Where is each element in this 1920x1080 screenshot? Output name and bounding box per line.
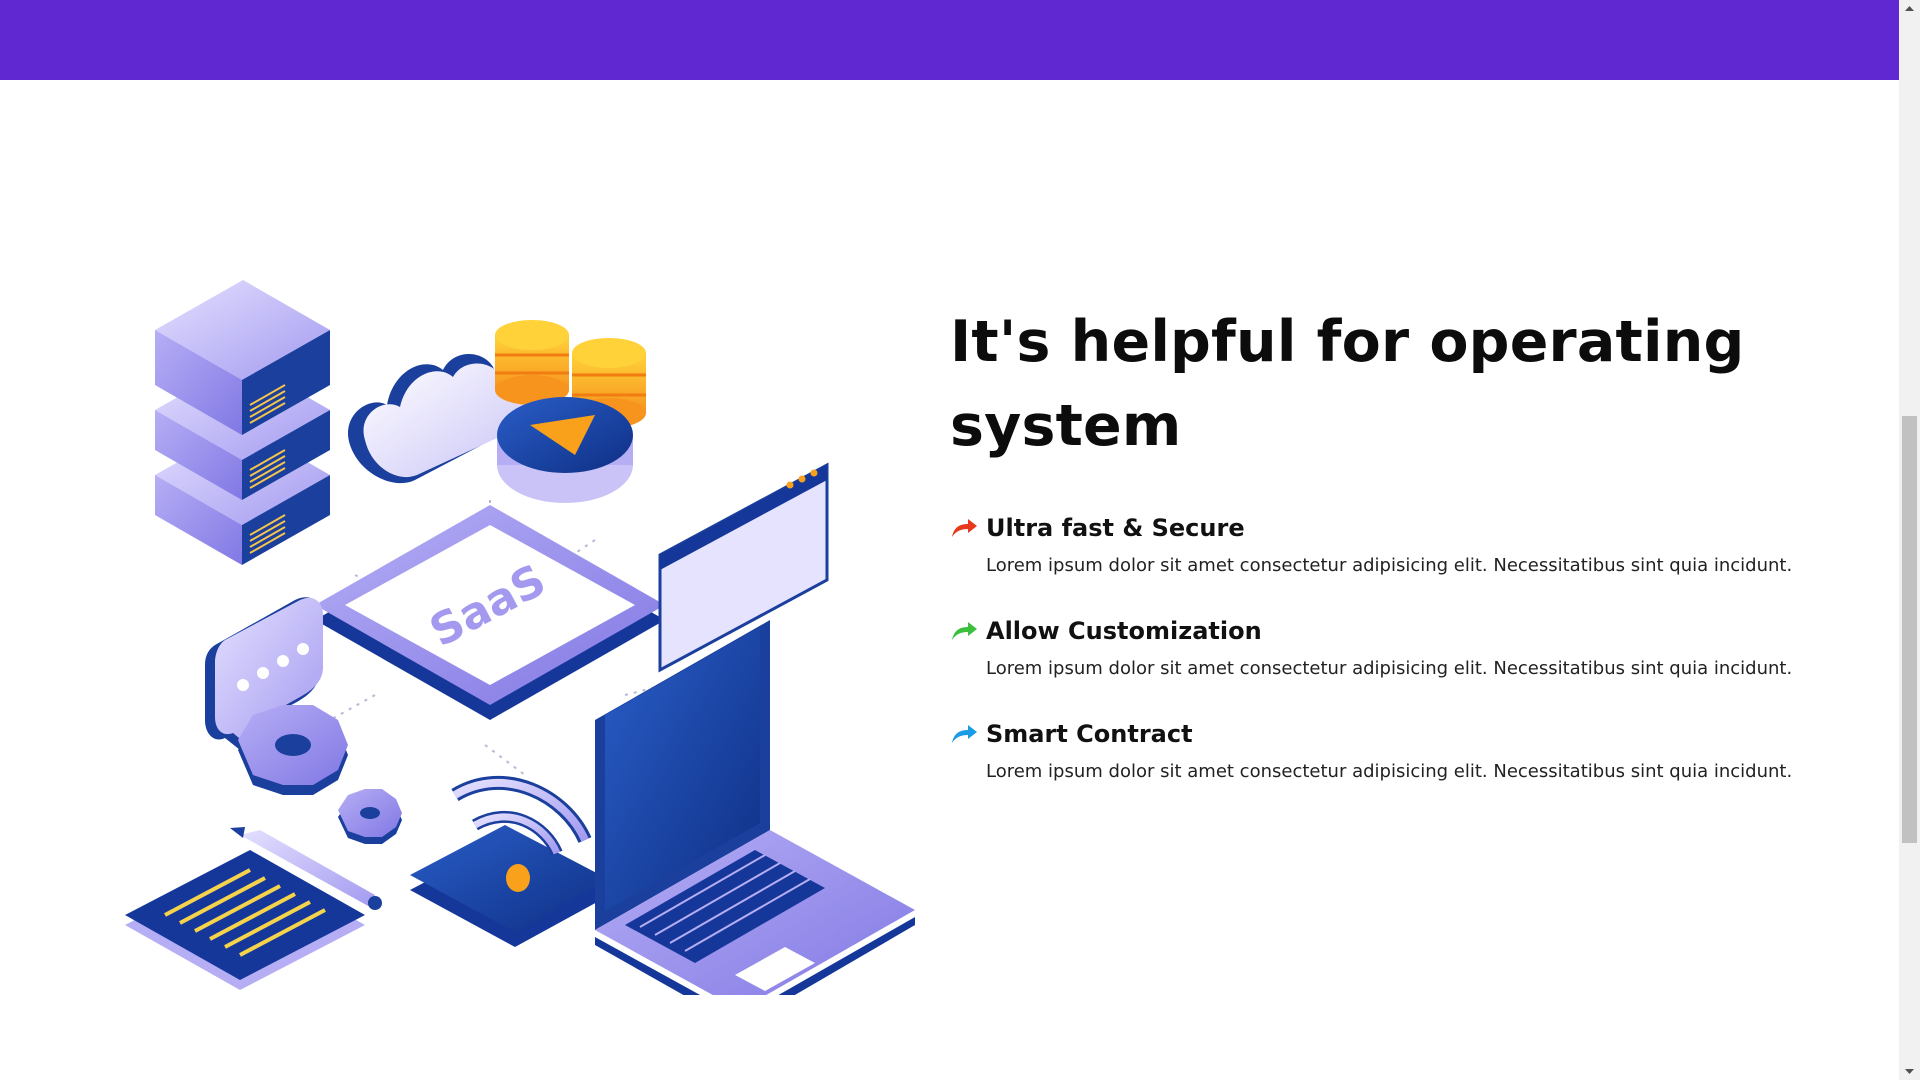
curved-arrow-icon xyxy=(952,725,977,743)
feature-title: Allow Customization xyxy=(986,617,1262,645)
saas-illustration: SaaS xyxy=(125,280,915,995)
saas-platform-icon: SaaS xyxy=(315,505,665,720)
curved-arrow-icon xyxy=(952,622,977,640)
feature-list: Ultra fast & Secure Lorem ipsum dolor si… xyxy=(950,513,1810,785)
feature-section: It's helpful for operating system Ultra … xyxy=(950,300,1810,822)
feature-description: Lorem ipsum dolor sit amet consectetur a… xyxy=(986,761,1793,782)
section-headline: It's helpful for operating system xyxy=(950,309,1745,459)
laptop-icon xyxy=(595,620,915,995)
feature-title: Smart Contract xyxy=(986,720,1193,748)
gear-icon xyxy=(238,705,402,844)
feature-title: Ultra fast & Secure xyxy=(986,514,1245,542)
feature-description: Lorem ipsum dolor sit amet consectetur a… xyxy=(986,658,1793,679)
scroll-down-arrow-icon[interactable] xyxy=(1899,1063,1920,1080)
vertical-scrollbar[interactable] xyxy=(1899,0,1920,1080)
feature-item-smart-contract: Smart Contract Lorem ipsum dolor sit ame… xyxy=(950,719,1810,785)
feature-description: Lorem ipsum dolor sit amet consectetur a… xyxy=(986,555,1793,576)
feature-item-ultra-fast: Ultra fast & Secure Lorem ipsum dolor si… xyxy=(950,513,1810,579)
server-stack-icon xyxy=(155,280,330,565)
top-header-bar xyxy=(0,0,1899,80)
scroll-up-arrow-icon[interactable] xyxy=(1899,0,1920,17)
phone-wifi-icon xyxy=(410,775,610,947)
feature-item-customization: Allow Customization Lorem ipsum dolor si… xyxy=(950,616,1810,682)
scrollbar-thumb[interactable] xyxy=(1902,416,1917,843)
play-disc-icon xyxy=(497,397,633,503)
curved-arrow-icon xyxy=(952,519,977,537)
page: SaaS It's helpful for operating system U… xyxy=(0,0,1920,1080)
